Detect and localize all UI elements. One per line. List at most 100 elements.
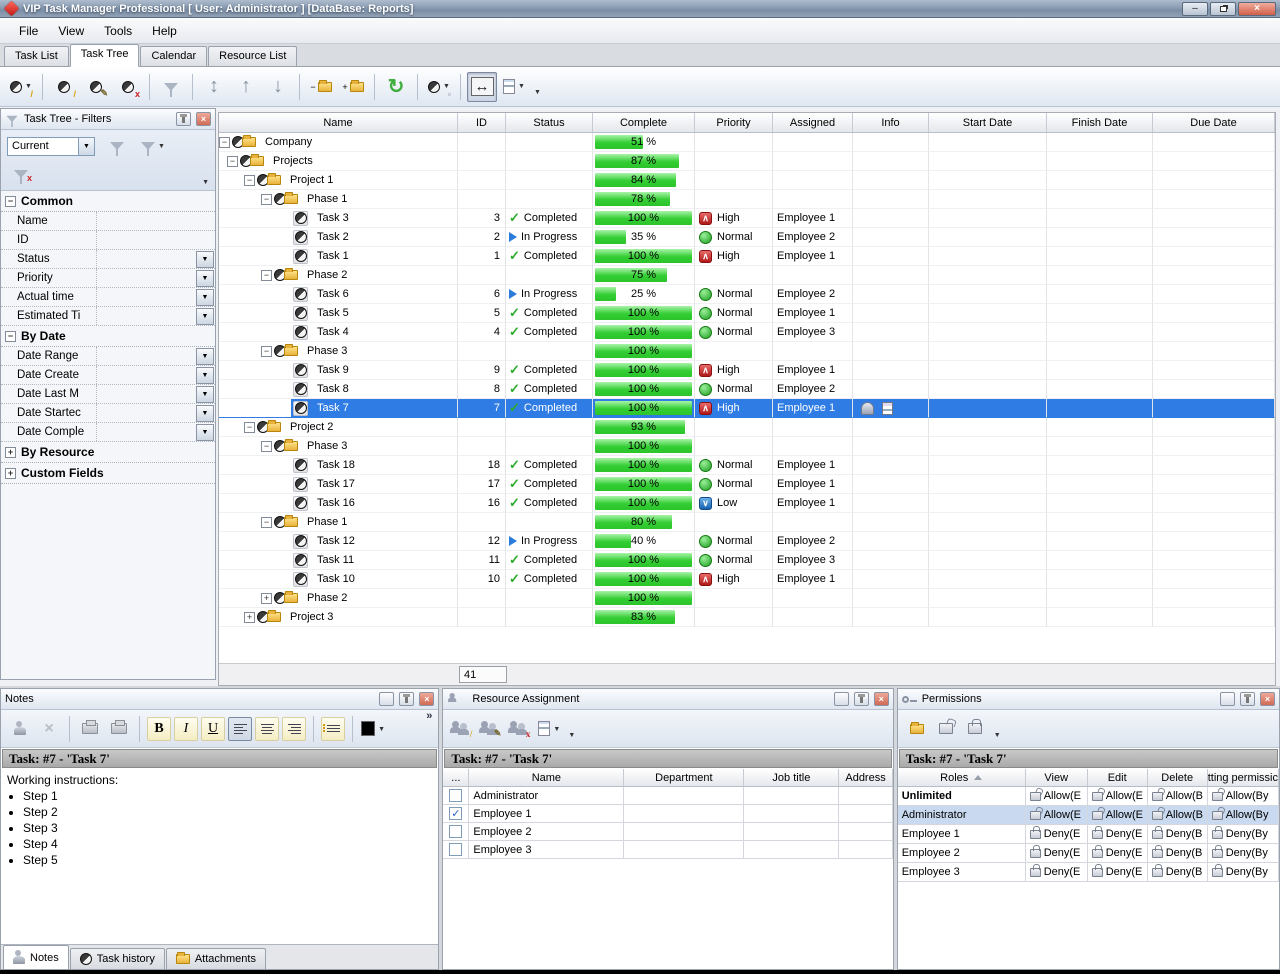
- chevron-down-icon[interactable]: ▼: [196, 367, 214, 384]
- resource-checkbox[interactable]: ✓: [449, 807, 462, 820]
- permissions-column-header[interactable]: Roles: [898, 769, 1026, 786]
- notes-icon[interactable]: [861, 402, 874, 415]
- permission-cell[interactable]: Allow(B: [1148, 806, 1208, 825]
- filter-field-input[interactable]: [97, 269, 196, 287]
- expand-toggle-icon[interactable]: +: [5, 447, 16, 458]
- expand-toggle[interactable]: −: [261, 346, 272, 357]
- expand-toggle[interactable]: −: [261, 517, 272, 528]
- notes-content[interactable]: Working instructions: Step 1Step 2Step 3…: [1, 769, 438, 944]
- chevron-down-icon[interactable]: ▼: [196, 289, 214, 306]
- permissions-column-header[interactable]: View: [1026, 769, 1088, 786]
- bold-button[interactable]: B: [147, 717, 171, 741]
- edit-task-button[interactable]: ✎: [81, 72, 111, 102]
- tree-row[interactable]: +Project 383 %: [219, 608, 1275, 627]
- resource-row[interactable]: Employee 3: [443, 841, 892, 859]
- clear-filter-button[interactable]: x: [7, 162, 35, 186]
- permission-row[interactable]: Employee 1Deny(EDeny(EDeny(BDeny(By: [898, 825, 1279, 844]
- filter-field-input[interactable]: [97, 307, 196, 325]
- bottom-tab-attachments[interactable]: Attachments: [166, 948, 266, 969]
- tree-row[interactable]: Task 1717✓Completed100 %NormalEmployee 1: [219, 475, 1275, 494]
- chevron-down-icon[interactable]: ▼: [196, 424, 214, 441]
- move-up-button[interactable]: ↑: [231, 72, 261, 102]
- chevron-down-icon[interactable]: ▼: [196, 386, 214, 403]
- tree-row[interactable]: Task 55✓Completed100 %NormalEmployee 1: [219, 304, 1275, 323]
- filter-field-input[interactable]: [97, 423, 196, 441]
- pin-button[interactable]: [399, 692, 414, 706]
- expand-toggle-icon[interactable]: +: [5, 468, 16, 479]
- permission-cell[interactable]: Deny(E: [1026, 825, 1088, 844]
- pin-button[interactable]: [854, 692, 869, 706]
- note-apply-button[interactable]: [7, 716, 33, 742]
- tree-row[interactable]: Task 1111✓Completed100 %NormalEmployee 3: [219, 551, 1275, 570]
- tree-row[interactable]: Task 1212In Progress40 %NormalEmployee 2: [219, 532, 1275, 551]
- save-filter-button[interactable]: ▼: [139, 134, 167, 158]
- tree-row[interactable]: +Phase 2100 %: [219, 589, 1275, 608]
- menu-tools[interactable]: Tools: [95, 21, 141, 41]
- permission-cell[interactable]: Deny(By: [1208, 844, 1279, 863]
- resource-row[interactable]: Employee 2: [443, 823, 892, 841]
- new-subtask-button[interactable]: /: [49, 72, 79, 102]
- resource-checkbox[interactable]: [449, 789, 462, 802]
- filter-close-button[interactable]: ×: [196, 112, 211, 126]
- close-button[interactable]: ×: [1238, 2, 1276, 16]
- permission-cell[interactable]: Deny(B: [1148, 825, 1208, 844]
- resource-checkbox[interactable]: [449, 825, 462, 838]
- edit-assignment-button[interactable]: ✎: [478, 716, 504, 742]
- tree-row[interactable]: Task 66In Progress25 %NormalEmployee 2: [219, 285, 1275, 304]
- tab-resource-list[interactable]: Resource List: [208, 46, 297, 66]
- expand-toggle[interactable]: −: [227, 156, 238, 167]
- tree-row[interactable]: Task 99✓Completed100 %∧HighEmployee 1: [219, 361, 1275, 380]
- column-header-start-date[interactable]: Start Date: [929, 113, 1047, 132]
- pin-button[interactable]: [176, 112, 191, 126]
- font-color-picker[interactable]: ▼: [360, 716, 386, 742]
- underline-button[interactable]: U: [201, 717, 225, 741]
- filter-field-input[interactable]: [97, 250, 196, 268]
- resource-column-header[interactable]: Name: [469, 769, 624, 786]
- expand-toggle[interactable]: −: [261, 194, 272, 205]
- tree-row[interactable]: Task 1818✓Completed100 %NormalEmployee 1: [219, 456, 1275, 475]
- bottom-tab-notes[interactable]: Notes: [3, 945, 69, 969]
- expand-toggle[interactable]: −: [261, 270, 272, 281]
- allow-permission-button[interactable]: [933, 716, 959, 742]
- permission-cell[interactable]: Deny(E: [1088, 844, 1148, 863]
- permission-cell[interactable]: Deny(E: [1026, 844, 1088, 863]
- permission-row[interactable]: Employee 2Deny(EDeny(EDeny(BDeny(By: [898, 844, 1279, 863]
- collapse-all-button[interactable]: −: [306, 72, 336, 102]
- column-header-info[interactable]: Info: [853, 113, 929, 132]
- resource-checkbox[interactable]: [449, 843, 462, 856]
- expand-toggle[interactable]: +: [244, 612, 255, 623]
- column-header-finish-date[interactable]: Finish Date: [1047, 113, 1153, 132]
- minimize-button[interactable]: –: [1182, 2, 1208, 16]
- column-header-priority[interactable]: Priority: [695, 113, 773, 132]
- permission-cell[interactable]: Allow(E: [1026, 787, 1088, 806]
- move-down-button[interactable]: ↓: [263, 72, 293, 102]
- refresh-button[interactable]: ↻: [381, 72, 411, 102]
- column-header-id[interactable]: ID: [458, 113, 506, 132]
- menu-help[interactable]: Help: [143, 21, 186, 41]
- filter-field-input[interactable]: [97, 212, 215, 230]
- fit-columns-button[interactable]: ↔: [467, 72, 497, 102]
- restore-button[interactable]: [1210, 2, 1236, 16]
- expand-toggle-icon[interactable]: −: [5, 196, 16, 207]
- tree-row[interactable]: Task 88✓Completed100 %NormalEmployee 2: [219, 380, 1275, 399]
- permission-row[interactable]: AdministratorAllow(EAllow(EAllow(BAllow(…: [898, 806, 1279, 825]
- copy-permissions-button[interactable]: [904, 716, 930, 742]
- print-preview-button[interactable]: [77, 716, 103, 742]
- resource-column-header[interactable]: Job title: [744, 769, 839, 786]
- tree-row[interactable]: Task 1616✓Completed100 %∨LowEmployee 1: [219, 494, 1275, 513]
- tab-task-list[interactable]: Task List: [4, 46, 69, 66]
- chevron-down-icon[interactable]: ▼: [78, 138, 94, 155]
- chevron-down-icon[interactable]: ▼: [196, 348, 214, 365]
- permission-cell[interactable]: Deny(E: [1026, 863, 1088, 882]
- filter-section-header[interactable]: −By Date: [1, 326, 215, 347]
- column-header-name[interactable]: Name: [219, 113, 458, 132]
- resource-overflow-icon[interactable]: ▼: [568, 732, 575, 739]
- permissions-column-header[interactable]: Delete: [1148, 769, 1208, 786]
- notes-close-button[interactable]: ×: [419, 692, 434, 706]
- unassign-resources-button[interactable]: x: [507, 716, 533, 742]
- tree-row[interactable]: −Phase 275 %: [219, 266, 1275, 285]
- assignment-report-button[interactable]: ▼: [536, 716, 562, 742]
- restore-panel-button[interactable]: [834, 692, 849, 706]
- permissions-column-header[interactable]: tting permissic: [1208, 769, 1279, 786]
- filter-field-input[interactable]: [97, 404, 196, 422]
